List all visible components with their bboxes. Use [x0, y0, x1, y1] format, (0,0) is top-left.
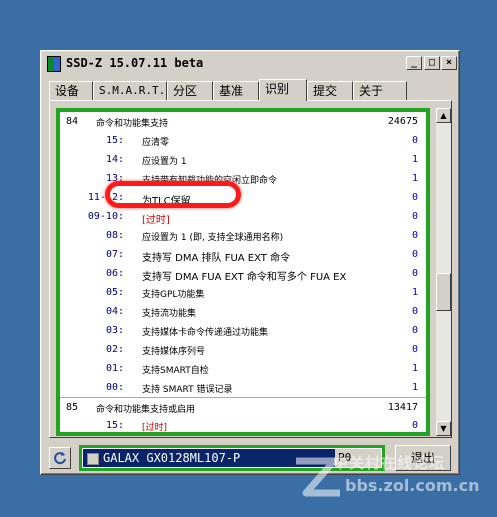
feature-value: 13417	[387, 402, 418, 413]
feature-bit-row[interactable]: 07: 支持写 DMA 排队 FUA EXT 命令 0	[60, 245, 426, 264]
feature-description: [过时]	[142, 215, 170, 226]
feature-description: 支持流功能集	[142, 309, 197, 319]
window-title: SSD-Z 15.07.11 beta	[66, 56, 204, 70]
drive-name: GALAX GX0128ML107-P	[103, 451, 241, 465]
identify-panel: 84 命令和功能集支持 24675 15: 应清零 0 14: 应设置为 1 1 13: 支持带有卸…	[49, 100, 452, 438]
feature-bit-row[interactable]: 06: 支持写 DMA FUA EXT 命令和写多个 FUA EX 0	[60, 264, 426, 283]
feature-description: [过时]	[142, 423, 168, 432]
feature-bit-row[interactable]: 09-10: [过时] 0	[60, 207, 426, 226]
feature-bit-row[interactable]: 00: 支持 SMART 错误记录 1	[60, 378, 426, 397]
feature-bit-row[interactable]: 15: 应清零 0	[60, 131, 426, 150]
feature-header-row[interactable]: 84 命令和功能集支持 24675	[60, 112, 426, 131]
feature-bit-index: 07:	[105, 249, 124, 260]
tab-device[interactable]: 设备	[49, 81, 93, 100]
scroll-down-icon[interactable]: ▼	[436, 421, 451, 436]
tab-submit[interactable]: 提交	[307, 81, 353, 100]
feature-bit-index: 05:	[105, 287, 124, 298]
scroll-thumb[interactable]	[436, 273, 451, 311]
feature-description: 支持写 DMA FUA EXT 命令和写多个 FUA EX	[142, 272, 347, 283]
ssd-z-window: SSD-Z 15.07.11 beta _ □ × 设备 S.M.A.R.T. …	[40, 50, 460, 475]
feature-description: 支持媒体卡命令传递通过功能集	[142, 328, 269, 338]
app-icon	[47, 56, 61, 72]
feature-word-id: 85	[66, 402, 79, 413]
feature-description: 支持写 DMA 排队 FUA EXT 命令	[142, 253, 291, 264]
feature-value: 0	[411, 325, 418, 336]
feature-description: 应清零	[142, 138, 170, 148]
drive-icon	[87, 453, 99, 465]
feature-bit-index: 06:	[105, 268, 124, 279]
tab-identify[interactable]: 识别	[259, 79, 307, 101]
feature-word-id: 84	[66, 116, 79, 127]
feature-value: 0	[411, 268, 418, 279]
feature-bit-row[interactable]: 08: 应设置为 1 (即, 支持全球通用名称) 0	[60, 226, 426, 245]
feature-bit-index: 14:	[105, 154, 124, 165]
feature-description: 支持 SMART 错误记录	[142, 385, 233, 395]
feature-bit-index: 08:	[105, 230, 124, 241]
feature-bit-row[interactable]: 14: 应设置为 1 1	[60, 150, 426, 169]
feature-description: 支持媒体序列号	[142, 347, 206, 357]
feature-value: 0	[411, 135, 418, 146]
feature-list[interactable]: 84 命令和功能集支持 24675 15: 应清零 0 14: 应设置为 1 1 13: 支持带有卸…	[60, 112, 426, 432]
red-highlight-annotation	[105, 181, 241, 208]
tab-benchmark[interactable]: 基准	[213, 81, 259, 100]
refresh-icon	[54, 452, 66, 465]
feature-value: 1	[411, 173, 418, 184]
feature-description: 命令和功能集支持	[96, 119, 169, 129]
title-bar[interactable]: SSD-Z 15.07.11 beta _ □ ×	[44, 54, 457, 74]
feature-value: 0	[411, 344, 418, 355]
feature-value: 0	[411, 420, 418, 431]
tab-smart[interactable]: S.M.A.R.T.	[93, 81, 167, 100]
feature-bit-row[interactable]: 15: [过时] 0	[60, 416, 426, 432]
feature-bit-index: 03:	[105, 325, 124, 336]
feature-value: 0	[411, 230, 418, 241]
feature-bit-row[interactable]: 01: 支持SMART自检 1	[60, 359, 426, 378]
feature-value: 0	[411, 211, 418, 222]
feature-bit-index: 02:	[105, 344, 124, 355]
feature-value: 0	[411, 249, 418, 260]
maximize-button[interactable]: □	[424, 56, 440, 70]
vertical-scrollbar[interactable]: ▲ ▼	[436, 108, 451, 436]
scroll-up-icon[interactable]: ▲	[436, 108, 451, 123]
feature-description: 应设置为 1 (即, 支持全球通用名称)	[142, 233, 284, 243]
feature-description: 命令和功能集支持或启用	[96, 405, 196, 415]
feature-value: 1	[411, 382, 418, 393]
feature-description: 支持SMART自检	[142, 366, 209, 376]
tab-partitions[interactable]: 分区	[167, 81, 213, 100]
feature-value: 1	[411, 154, 418, 165]
feature-bit-row[interactable]: 02: 支持媒体序列号 0	[60, 340, 426, 359]
feature-description: 支持GPL功能集	[142, 290, 205, 300]
minimize-button[interactable]: _	[406, 56, 422, 70]
feature-header-row[interactable]: 85 命令和功能集支持或启用 13417	[60, 397, 426, 417]
feature-description: 应设置为 1	[142, 157, 187, 167]
watermark-text: 中关村在线论坛	[333, 454, 446, 472]
feature-value: 24675	[387, 116, 418, 127]
feature-bit-index: 15:	[105, 135, 124, 146]
close-button[interactable]: ×	[441, 56, 457, 70]
feature-bit-index: 01:	[105, 363, 124, 374]
feature-value: 1	[411, 363, 418, 374]
feature-bit-index: 15:	[105, 420, 124, 431]
feature-bit-row[interactable]: 04: 支持流功能集 0	[60, 302, 426, 321]
watermark-url: bbs.zol.com.cn	[345, 476, 480, 495]
feature-bit-index: 09-10:	[87, 211, 124, 222]
list-frame: 84 命令和功能集支持 24675 15: 应清零 0 14: 应设置为 1 1 13: 支持带有卸…	[56, 108, 430, 436]
feature-bit-row[interactable]: 05: 支持GPL功能集 1	[60, 283, 426, 302]
feature-bit-index: 00:	[105, 382, 124, 393]
feature-bit-row[interactable]: 03: 支持媒体卡命令传递通过功能集 0	[60, 321, 426, 340]
feature-value: 1	[411, 287, 418, 298]
feature-value: 0	[411, 306, 418, 317]
feature-bit-index: 04:	[105, 306, 124, 317]
feature-value: 0	[411, 192, 418, 203]
refresh-button[interactable]	[49, 447, 71, 469]
tab-about[interactable]: 关于	[353, 81, 407, 100]
